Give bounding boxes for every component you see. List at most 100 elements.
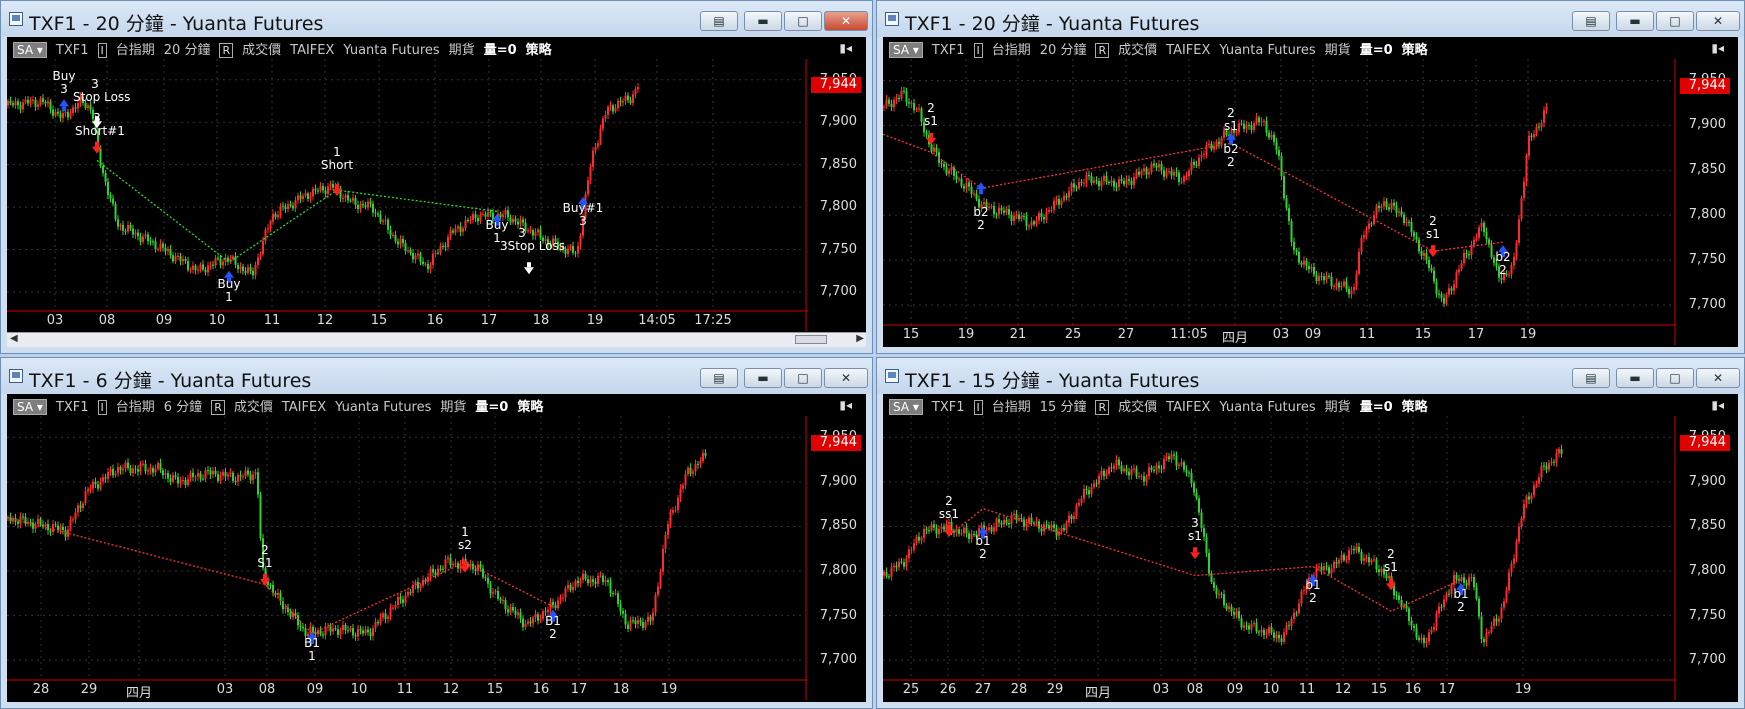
- candle-body: [1013, 513, 1015, 516]
- candle-body: [1200, 155, 1203, 158]
- candle-body: [524, 623, 527, 628]
- y-tick-label: 7,700: [819, 284, 857, 300]
- candle-body: [689, 467, 692, 474]
- scroll-thumb[interactable]: [795, 335, 827, 344]
- candle-body: [397, 596, 399, 606]
- minimize-button[interactable]: ▬: [1616, 11, 1654, 31]
- minimize-button[interactable]: ▬: [744, 11, 782, 31]
- chart-window-4[interactable]: TXF1 - 15 分鐘 - Yuanta Futures ▤ ▬ □ ✕ SA…: [876, 357, 1745, 709]
- candle-body: [1005, 209, 1008, 213]
- chart-window-1[interactable]: TXF1 - 20 分鐘 - Yuanta Futures ▤ ▬ □ ✕ SA…: [0, 0, 873, 354]
- candle-body: [124, 230, 127, 232]
- sell-arrow-icon-stem: [1431, 245, 1435, 251]
- candle-body: [582, 573, 584, 581]
- chart-panel[interactable]: SA ▾ TXF1 I 台指期 20 分鐘 R 成交價 TAIFEX Yuanta Future…: [883, 37, 1738, 347]
- candle-body: [17, 521, 19, 524]
- horizontal-scrollbar[interactable]: ◀ ▶: [7, 332, 866, 347]
- maximize-button[interactable]: □: [784, 11, 822, 31]
- candle-body: [1433, 626, 1435, 630]
- pin-icon[interactable]: ▮◂: [839, 398, 852, 412]
- x-tick-label: 12: [442, 682, 460, 697]
- period-label-text: 20 分鐘: [163, 43, 211, 58]
- pin-window-button[interactable]: ▤: [700, 368, 738, 388]
- app-icon[interactable]: [885, 369, 899, 383]
- candle-body: [114, 473, 117, 476]
- close-button[interactable]: ✕: [1696, 11, 1740, 31]
- close-button[interactable]: ✕: [824, 11, 868, 31]
- candle-body: [1000, 522, 1003, 525]
- title-bar[interactable]: TXF1 - 20 分鐘 - Yuanta Futures ▤ ▬ □ ✕: [877, 1, 1744, 37]
- candle-body: [1428, 632, 1430, 642]
- indicator-box[interactable]: I: [97, 400, 107, 415]
- candle-body: [1060, 527, 1063, 532]
- title-bar[interactable]: TXF1 - 6 分鐘 - Yuanta Futures ▤ ▬ □ ✕: [1, 358, 872, 394]
- indicator-box[interactable]: I: [97, 43, 107, 58]
- sa-menu-button[interactable]: SA ▾: [889, 42, 923, 58]
- r-box[interactable]: R: [1095, 400, 1110, 415]
- candle-body: [1023, 215, 1025, 217]
- minimize-button[interactable]: ▬: [744, 368, 782, 388]
- period-label-text: 15 分鐘: [1039, 400, 1087, 415]
- candle-body: [1128, 179, 1130, 181]
- candle-body: [552, 602, 554, 606]
- x-tick-label: 09: [1304, 327, 1322, 342]
- title-bar[interactable]: TXF1 - 15 分鐘 - Yuanta Futures ▤ ▬ □ ✕: [877, 358, 1744, 394]
- price-type-label: 成交價: [1118, 400, 1157, 415]
- app-icon[interactable]: [9, 369, 23, 383]
- candle-body: [664, 534, 667, 549]
- candle-body: [1133, 468, 1135, 470]
- chart-window-2[interactable]: TXF1 - 20 分鐘 - Yuanta Futures ▤ ▬ □ ✕ SA…: [876, 0, 1745, 354]
- candle-body: [1250, 624, 1253, 630]
- candle-body: [452, 563, 454, 566]
- candle-body: [339, 630, 342, 635]
- volume-label: 量=0: [484, 43, 517, 58]
- chart-window-3[interactable]: TXF1 - 6 分鐘 - Yuanta Futures ▤ ▬ □ ✕ SA …: [0, 357, 873, 709]
- candle-body: [572, 586, 574, 591]
- r-box[interactable]: R: [1095, 43, 1110, 58]
- indicator-box[interactable]: I: [973, 400, 983, 415]
- scroll-right-icon[interactable]: ▶: [856, 333, 864, 344]
- candle-body: [612, 592, 614, 594]
- chart-panel[interactable]: SA ▾ TXF1 I 台指期 15 分鐘 R 成交價 TAIFEX Yuanta Future…: [883, 394, 1738, 702]
- candle-body: [309, 196, 312, 199]
- maximize-button[interactable]: □: [1656, 368, 1694, 388]
- app-icon[interactable]: [885, 12, 899, 26]
- sa-menu-button[interactable]: SA ▾: [13, 399, 47, 415]
- chart-panel[interactable]: SA ▾ TXF1 I 台指期 6 分鐘 R 成交價 TAIFEX Yuanta Futures…: [7, 394, 866, 702]
- candle-body: [69, 112, 72, 118]
- strategy-label-text: 策略: [1401, 43, 1428, 58]
- indicator-box-text: I: [976, 401, 980, 414]
- candle-body: [569, 584, 572, 591]
- sa-menu-button[interactable]: SA ▾: [889, 399, 923, 415]
- volume-label-text: 量=0: [483, 43, 517, 58]
- app-icon[interactable]: [9, 12, 23, 26]
- maximize-button[interactable]: □: [1656, 11, 1694, 31]
- pin-icon[interactable]: ▮◂: [839, 41, 852, 55]
- close-button[interactable]: ✕: [824, 368, 868, 388]
- minimize-button[interactable]: ▬: [1616, 368, 1654, 388]
- pin-icon[interactable]: ▮◂: [1711, 41, 1724, 55]
- x-tick-label: 28: [32, 682, 50, 697]
- candle-body: [639, 620, 642, 622]
- close-button[interactable]: ✕: [1696, 368, 1740, 388]
- r-box[interactable]: R: [211, 400, 225, 415]
- sa-menu-button[interactable]: SA ▾: [13, 42, 47, 58]
- indicator-box[interactable]: I: [973, 43, 983, 58]
- price-type-label-text: 成交價: [1118, 400, 1158, 415]
- x-tick-label: 四月: [1221, 331, 1249, 346]
- y-tick-label: 7,800: [819, 563, 857, 579]
- title-bar[interactable]: TXF1 - 20 分鐘 - Yuanta Futures ▤ ▬ □ ✕: [1, 1, 872, 37]
- pin-icon[interactable]: ▮◂: [1711, 398, 1724, 412]
- r-box[interactable]: R: [219, 43, 234, 58]
- chart-panel[interactable]: SA ▾ TXF1 I 台指期 20 分鐘 R 成交價 TAIFEX Yuanta Future…: [7, 37, 866, 347]
- candle-body: [372, 203, 374, 213]
- candle-body: [1145, 476, 1148, 482]
- maximize-button[interactable]: □: [784, 368, 822, 388]
- pin-window-button[interactable]: ▤: [700, 11, 738, 31]
- candle-body: [384, 613, 387, 619]
- pin-window-button[interactable]: ▤: [1572, 368, 1610, 388]
- scroll-left-icon[interactable]: ◀: [10, 333, 18, 344]
- candle-body: [1300, 262, 1303, 265]
- candle-body: [1273, 632, 1275, 638]
- pin-window-button[interactable]: ▤: [1572, 11, 1610, 31]
